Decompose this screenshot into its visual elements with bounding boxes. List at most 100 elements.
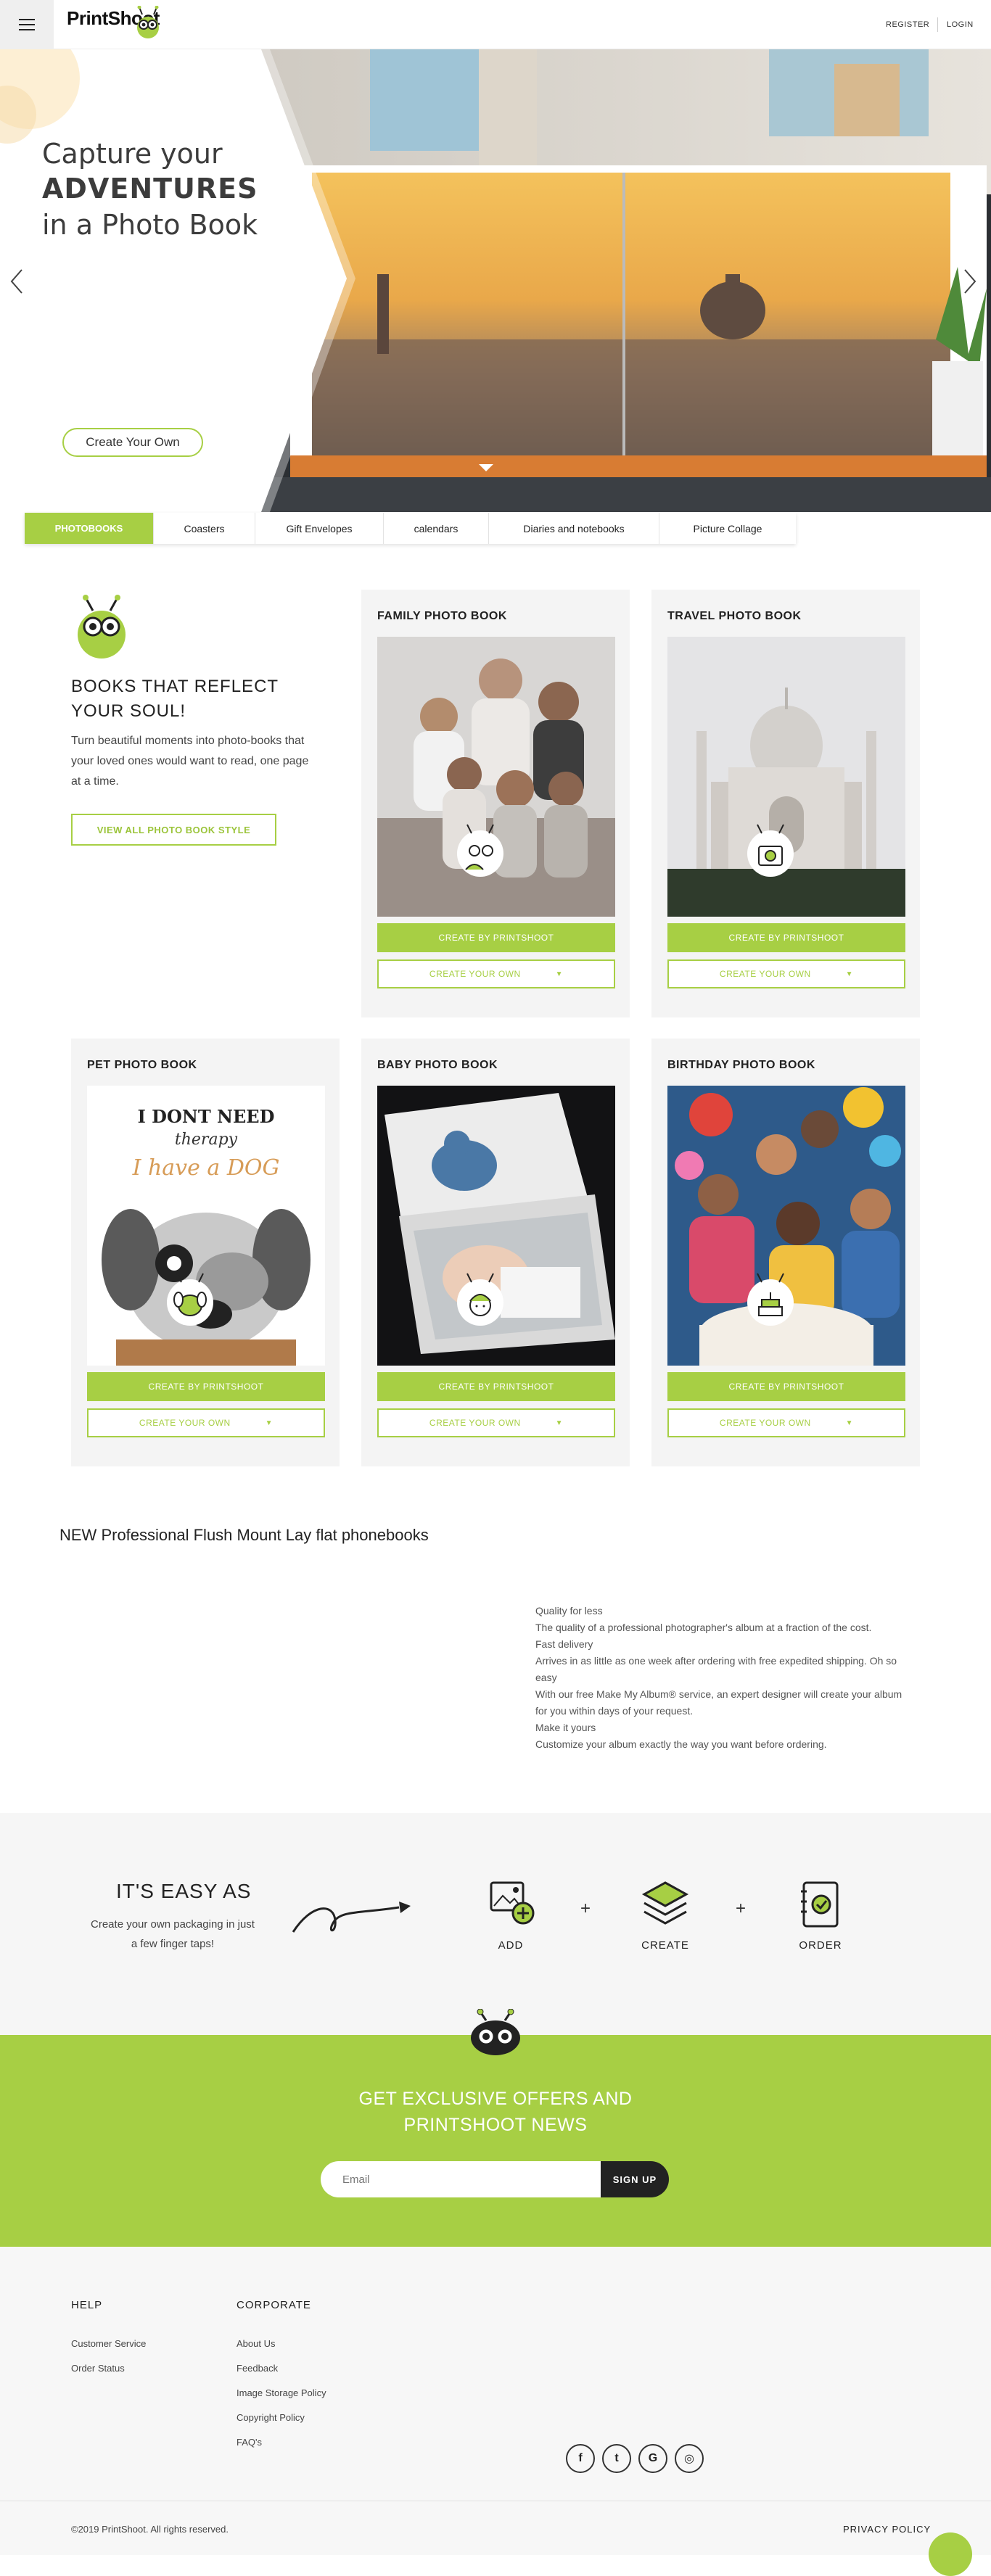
- create-by-printshoot-button[interactable]: CREATE BY PRINTSHOOT: [667, 1372, 905, 1401]
- create-your-own-dropdown[interactable]: CREATE YOUR OWN ▼: [87, 1408, 325, 1437]
- tab-picture-collage[interactable]: Picture Collage: [659, 513, 796, 544]
- hero-banner: Capture your ADVENTURES in a Photo Book …: [0, 49, 991, 512]
- view-all-photo-book-style-button[interactable]: VIEW ALL PHOTO BOOK STYLE: [71, 814, 276, 846]
- hamburger-line: [19, 24, 35, 25]
- flush-mount-title: NEW Professional Flush Mount Lay flat ph…: [59, 1526, 429, 1544]
- feature-line: With our free Make My Album® service, an…: [535, 1688, 902, 1717]
- step-add: ADD: [478, 1880, 543, 1952]
- create-by-printshoot-button[interactable]: CREATE BY PRINTSHOOT: [87, 1372, 325, 1401]
- twitter-icon[interactable]: t: [602, 2444, 631, 2473]
- newsletter-section: [0, 2035, 991, 2247]
- feature-line: Fast delivery: [535, 1638, 593, 1650]
- baby-badge-icon: [457, 1273, 503, 1326]
- chevron-down-icon: ▼: [555, 970, 564, 978]
- create-your-own-dropdown[interactable]: CREATE YOUR OWN ▼: [377, 1408, 615, 1437]
- facebook-icon[interactable]: f: [566, 2444, 595, 2473]
- create-your-own-label: CREATE YOUR OWN: [719, 1418, 811, 1428]
- tab-calendars[interactable]: calendars: [384, 513, 489, 544]
- create-your-own-dropdown[interactable]: CREATE YOUR OWN ▼: [667, 1408, 905, 1437]
- family-badge-icon: [457, 824, 503, 877]
- hero-next-arrow-icon[interactable]: [959, 267, 981, 296]
- pet-image-text-1: I DONT NEED: [137, 1106, 275, 1127]
- corporate-heading: CORPORATE: [237, 2299, 311, 2311]
- chevron-down-icon: ▼: [845, 970, 854, 978]
- mascot-icon: [78, 595, 126, 659]
- chevron-down-icon: ▼: [265, 1419, 274, 1427]
- privacy-policy-link[interactable]: PRIVACY POLICY: [843, 2524, 931, 2535]
- footer-link-image-storage-policy[interactable]: Image Storage Policy: [237, 2387, 326, 2398]
- plus-sign: +: [580, 1899, 591, 1918]
- product-card-baby: BABY PHOTO BOOK CREATE BY PRINTSHOOT CRE…: [361, 1039, 630, 1466]
- birthday-cake-badge-icon: [747, 1273, 794, 1326]
- pet-image-text-2: therapy: [174, 1131, 238, 1149]
- header-divider: [937, 17, 938, 32]
- step-add-label: ADD: [498, 1939, 524, 1952]
- add-photo-icon: [490, 1881, 535, 1925]
- sign-up-button[interactable]: SIGN UP: [601, 2161, 669, 2197]
- newsletter-title: GET EXCLUSIVE OFFERS AND PRINTSHOOT NEWS: [358, 2089, 633, 2135]
- tab-coasters[interactable]: Coasters: [154, 513, 255, 544]
- step-create: CREATE: [633, 1880, 698, 1952]
- product-title: FAMILY PHOTO BOOK: [377, 610, 507, 622]
- footer-link-faqs[interactable]: FAQ's: [237, 2437, 262, 2448]
- features-list: Quality for less The quality of a profes…: [535, 1603, 913, 1753]
- hamburger-menu-button[interactable]: [0, 0, 54, 49]
- feature-line: The quality of a professional photograph…: [535, 1622, 872, 1633]
- create-by-printshoot-button[interactable]: CREATE BY PRINTSHOOT: [377, 923, 615, 952]
- feature-line: Make it yours: [535, 1722, 596, 1733]
- footer-link-feedback[interactable]: Feedback: [237, 2363, 278, 2374]
- layers-icon: [641, 1881, 689, 1925]
- instagram-icon[interactable]: ◎: [675, 2444, 704, 2473]
- email-input[interactable]: [321, 2161, 601, 2197]
- travel-badge-icon: [747, 824, 794, 877]
- hero-prev-arrow-icon[interactable]: [6, 267, 28, 296]
- product-card-pet: PET PHOTO BOOK I DONT NEED therapy I hav…: [71, 1039, 340, 1466]
- create-your-own-label: CREATE YOUR OWN: [719, 969, 811, 979]
- tab-gift-envelopes[interactable]: Gift Envelopes: [255, 513, 384, 544]
- create-your-own-label: CREATE YOUR OWN: [139, 1418, 231, 1428]
- plus-sign: +: [736, 1899, 747, 1918]
- product-card-birthday: BIRTHDAY PHOTO BOOK CREATE BY PRINTSHOOT…: [651, 1039, 920, 1466]
- easy-steps-section: IT'S EASY AS Create your own packaging i…: [0, 1813, 991, 2035]
- hero-headline-line-3: in a Photo Book: [42, 209, 258, 241]
- category-tabs: PHOTOBOOKS Coasters Gift Envelopes calen…: [25, 513, 796, 544]
- hero-headline-line-2: ADVENTURES: [42, 173, 258, 205]
- chevron-down-icon: ▼: [845, 1419, 854, 1427]
- create-by-printshoot-button[interactable]: CREATE BY PRINTSHOOT: [667, 923, 905, 952]
- curly-arrow-icon: [292, 1902, 411, 1933]
- step-order: ORDER: [788, 1880, 853, 1952]
- chevron-down-icon: ▼: [555, 1419, 564, 1427]
- create-your-own-dropdown[interactable]: CREATE YOUR OWN ▼: [377, 959, 615, 988]
- chat-widget-button[interactable]: [929, 2532, 972, 2576]
- site-footer: [0, 2247, 991, 2555]
- easy-subtitle: Create your own packaging in just a few …: [91, 1918, 255, 1950]
- product-title: BIRTHDAY PHOTO BOOK: [667, 1059, 815, 1071]
- footer-link-order-status[interactable]: Order Status: [71, 2363, 125, 2374]
- tab-diaries-notebooks[interactable]: Diaries and notebooks: [489, 513, 659, 544]
- product-title: BABY PHOTO BOOK: [377, 1059, 498, 1071]
- create-your-own-dropdown[interactable]: CREATE YOUR OWN ▼: [667, 959, 905, 988]
- footer-link-customer-service[interactable]: Customer Service: [71, 2338, 146, 2349]
- login-link[interactable]: LOGIN: [947, 20, 974, 29]
- google-icon[interactable]: G: [638, 2444, 667, 2473]
- footer-link-about-us[interactable]: About Us: [237, 2338, 275, 2349]
- product-title: PET PHOTO BOOK: [87, 1059, 197, 1071]
- create-your-own-label: CREATE YOUR OWN: [429, 969, 521, 979]
- hamburger-line: [19, 29, 35, 30]
- hamburger-line: [19, 19, 35, 20]
- product-title: TRAVEL PHOTO BOOK: [667, 610, 802, 622]
- tab-photobooks[interactable]: PHOTOBOOKS: [25, 513, 154, 544]
- copyright-text: ©2019 PrintShoot. All rights reserved.: [71, 2524, 229, 2535]
- create-your-own-button[interactable]: Create Your Own: [62, 428, 203, 457]
- footer-link-copyright-policy[interactable]: Copyright Policy: [237, 2412, 305, 2423]
- feature-line: Arrives in as little as one week after o…: [535, 1655, 897, 1683]
- logo-mascot-icon: [137, 6, 159, 38]
- pet-image-text-3: I have a DOG: [132, 1155, 280, 1181]
- create-by-printshoot-button[interactable]: CREATE BY PRINTSHOOT: [377, 1372, 615, 1401]
- create-your-own-label: CREATE YOUR OWN: [429, 1418, 521, 1428]
- easy-title: IT'S EASY AS: [116, 1880, 252, 1902]
- register-link[interactable]: REGISTER: [886, 20, 929, 29]
- pet-badge-icon: [167, 1273, 213, 1326]
- newsletter-mascot-icon: [471, 2009, 520, 2055]
- product-card-family: FAMILY PHOTO BOOK CREATE BY PRINTSHOOT C…: [361, 590, 630, 1017]
